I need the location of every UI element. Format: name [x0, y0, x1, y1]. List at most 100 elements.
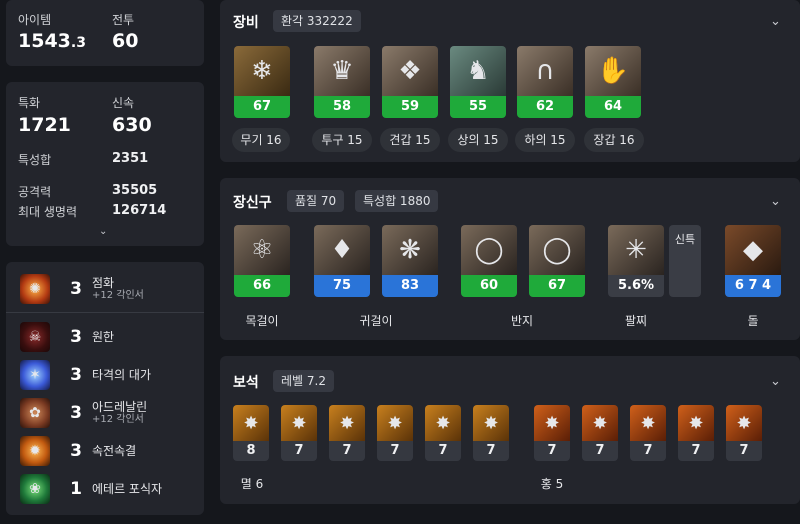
engraving-name: 에테르 포식자 — [92, 482, 163, 496]
engraving-level: 3 — [70, 403, 82, 423]
engravings-panel: ✺ 3 점화 +12 각인서 ☠ 3 원한 ✶ 3 타격의 대가 ✿ 3 아드레… — [6, 262, 204, 515]
gem-level: 8 — [233, 441, 269, 461]
pants-slot[interactable]: ∩ 62 — [517, 46, 573, 118]
engraving-name: 타격의 대가 — [92, 368, 152, 382]
annihilation-gem[interactable]: ✸ 7 — [329, 405, 365, 461]
attack-value: 35505 — [112, 183, 158, 198]
helmet-icon: ♛ — [314, 46, 370, 96]
annihilation-gem[interactable]: ✸ 7 — [425, 405, 461, 461]
expand-stats-chevron-icon[interactable]: ⌄ — [99, 226, 107, 237]
quality-bar: 67 — [234, 96, 290, 118]
equipment-panel: 장비 환각 332222 ⌄ ❄ 67 ♛ 58 ❖ 59 ♞ 55 ∩ 62 … — [220, 0, 800, 162]
ring-icon: ◯ — [529, 225, 585, 275]
engraving-level: 3 — [70, 441, 82, 461]
engraving-name: 점화 — [92, 276, 115, 290]
hp-label: 최대 생명력 — [18, 205, 78, 219]
gem-level: 7 — [377, 441, 413, 461]
weapon-slot[interactable]: ❄ 67 — [234, 46, 290, 118]
gem-icon: ✸ — [582, 405, 618, 441]
attack-label: 공격력 — [18, 185, 52, 199]
ability-stone-label: 돌 — [747, 314, 759, 328]
engraving-row[interactable]: ✿ 3 아드레날린 +12 각인서 — [20, 398, 147, 428]
collapse-equipment-chevron-icon[interactable]: ⌄ — [770, 14, 781, 29]
gem-icon: ✸ — [281, 405, 317, 441]
collapse-accessories-chevron-icon[interactable]: ⌄ — [770, 194, 781, 209]
bracelet-stat-label: 신특 — [674, 233, 696, 246]
annihilation-gem[interactable]: ✸ 7 — [473, 405, 509, 461]
bracelet-value: 5.6% — [608, 275, 664, 297]
gem-level: 7 — [329, 441, 365, 461]
engraving-level: 3 — [70, 327, 82, 347]
pants-icon: ∩ — [517, 46, 573, 96]
ring-slot-2[interactable]: ◯ 67 — [529, 225, 585, 297]
earring-slot-1[interactable]: ♦ 75 — [314, 225, 370, 297]
crimson-flame-gem[interactable]: ✸ 7 — [678, 405, 714, 461]
gems-panel: 보석 레벨 7.2 ⌄ ✸ 8 ✸ 7 ✸ 7 ✸ 7 ✸ 7 ✸ 7 ✸ 7 ✸ 7 ✸ 7 ✸… — [220, 356, 800, 504]
crimson-flame-gem[interactable]: ✸ 7 — [726, 405, 762, 461]
engraving-book: +12 각인서 — [92, 290, 144, 301]
gems-title: 보석 — [233, 375, 259, 391]
gem-level: 7 — [726, 441, 762, 461]
chest-label: 상의 15 — [448, 128, 508, 152]
annihilation-gem[interactable]: ✸ 8 — [233, 405, 269, 461]
shoulder-slot[interactable]: ❖ 59 — [382, 46, 438, 118]
annihilation-gem[interactable]: ✸ 7 — [281, 405, 317, 461]
bracelet-stat-box: 신특 — [669, 225, 701, 297]
bracelet-slot[interactable]: ✳ 5.6% — [608, 225, 664, 297]
quality-bar: 59 — [382, 96, 438, 118]
gem-icon: ✸ — [329, 405, 365, 441]
earring-icon: ❋ — [382, 225, 438, 275]
gem-level: 7 — [582, 441, 618, 461]
engraving-level: 3 — [70, 279, 82, 299]
annihilation-gem-count: 멸 6 — [240, 477, 264, 491]
quality-bar: 55 — [450, 96, 506, 118]
gloves-slot[interactable]: ✋ 64 — [585, 46, 641, 118]
swift-value: 630 — [112, 114, 152, 136]
ability-stone-slot[interactable]: ◆ 6 7 4 — [725, 225, 781, 297]
gem-icon: ✸ — [678, 405, 714, 441]
crimson-flame-gem[interactable]: ✸ 7 — [630, 405, 666, 461]
ring-slot-1[interactable]: ◯ 60 — [461, 225, 517, 297]
accessory-quality-chip: 품질 70 — [287, 190, 345, 212]
gem-level: 7 — [678, 441, 714, 461]
ring-icon: ◯ — [461, 225, 517, 275]
grudge-engraving-icon: ☠ — [20, 322, 50, 352]
quality-bar: 67 — [529, 275, 585, 297]
helmet-slot[interactable]: ♛ 58 — [314, 46, 370, 118]
chest-slot[interactable]: ♞ 55 — [450, 46, 506, 118]
necklace-label: 목걸이 — [245, 314, 279, 328]
crimson-flame-gem[interactable]: ✸ 7 — [534, 405, 570, 461]
crit-label: 특화 — [18, 96, 41, 110]
ability-stone-icon: ◆ — [725, 225, 781, 275]
quality-bar: 58 — [314, 96, 370, 118]
ring-label: 반지 — [510, 314, 534, 328]
item-level-label: 아이템 — [18, 13, 52, 27]
crimson-flame-gem[interactable]: ✸ 7 — [582, 405, 618, 461]
gem-icon: ✸ — [473, 405, 509, 441]
engraving-row[interactable]: ☠ 3 원한 — [20, 322, 114, 352]
necklace-slot[interactable]: ⚛ 66 — [234, 225, 290, 297]
stats-panel: 특화 1721 신속 630 특성합 2351 공격력 35505 최대 생명력… — [6, 82, 204, 246]
engraving-row[interactable]: ✶ 3 타격의 대가 — [20, 360, 151, 390]
weapon-label: 무기 16 — [232, 128, 290, 152]
earring-slot-2[interactable]: ❋ 83 — [382, 225, 438, 297]
engraving-row[interactable]: ✺ 3 점화 +12 각인서 — [20, 274, 144, 304]
item-level-panel: 아이템 1543.3 전투 60 — [6, 0, 204, 66]
chest-icon: ♞ — [450, 46, 506, 96]
gem-level: 7 — [425, 441, 461, 461]
ignition-engraving-icon: ✺ — [20, 274, 50, 304]
collapse-gems-chevron-icon[interactable]: ⌄ — [770, 374, 781, 389]
annihilation-gem[interactable]: ✸ 7 — [377, 405, 413, 461]
gem-level: 7 — [534, 441, 570, 461]
shoulder-icon: ❖ — [382, 46, 438, 96]
bracelet-label: 팔찌 — [624, 314, 648, 328]
engraving-row[interactable]: ✹ 3 속전속결 — [20, 436, 136, 466]
pants-label: 하의 15 — [515, 128, 575, 152]
gem-icon: ✸ — [726, 405, 762, 441]
combat-level-label: 전투 — [112, 13, 135, 27]
engraving-row[interactable]: ❀ 1 에테르 포식자 — [20, 474, 162, 504]
shoulder-label: 견갑 15 — [380, 128, 440, 152]
quality-bar: 60 — [461, 275, 517, 297]
engraving-book: +12 각인서 — [92, 414, 144, 425]
engraving-divider — [6, 312, 204, 313]
